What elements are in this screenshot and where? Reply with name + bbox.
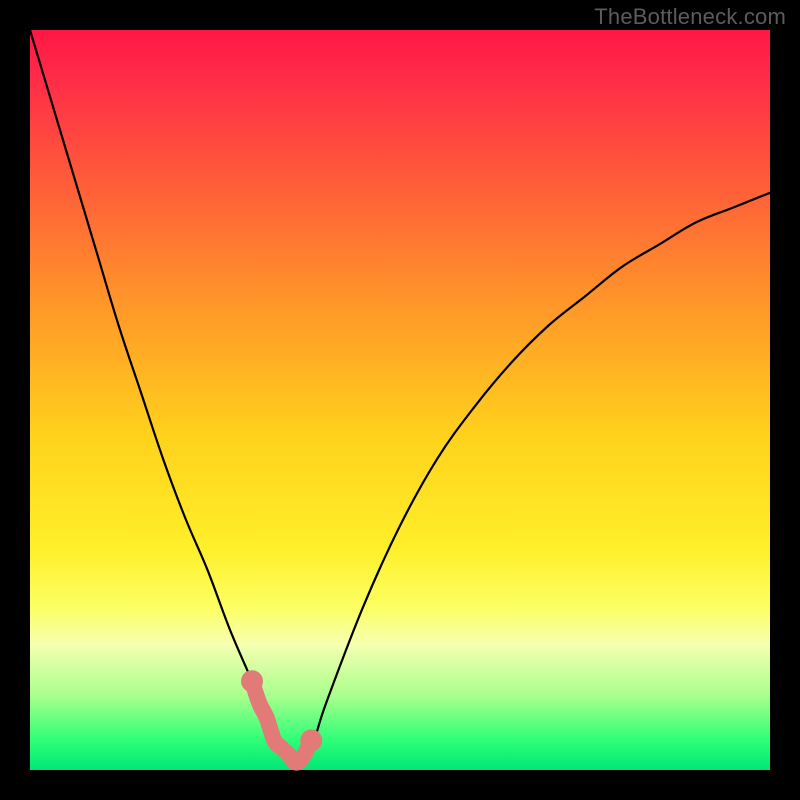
watermark-text: TheBottleneck.com xyxy=(594,4,786,30)
chart-svg xyxy=(0,0,800,800)
chart-container: TheBottleneck.com xyxy=(0,0,800,800)
highlight-end-dot xyxy=(300,729,322,751)
highlight-start-dot xyxy=(241,670,263,692)
plot-background xyxy=(30,30,770,770)
